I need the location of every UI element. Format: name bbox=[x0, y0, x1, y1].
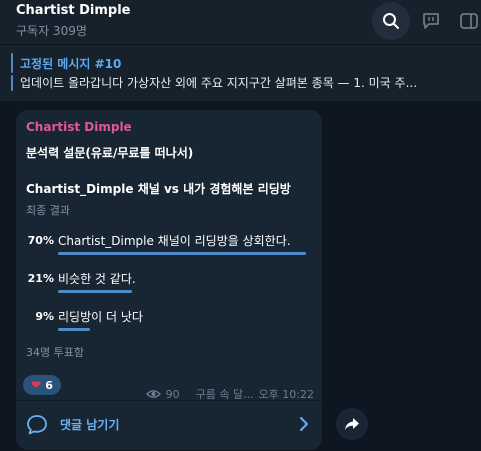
chat-header: Chartist Dimple 구독자 309명 bbox=[0, 0, 481, 44]
subscriber-count: 구독자 309명 bbox=[16, 24, 87, 38]
poll-option-bar bbox=[58, 328, 90, 331]
share-button[interactable] bbox=[336, 408, 368, 440]
pinned-indicator bbox=[11, 53, 13, 73]
pinned-message-bar[interactable]: 고정된 메시지 #10 업데이트 올라갑니다 가상자산 외에 주요 지지구간 살… bbox=[0, 44, 481, 101]
channel-title[interactable]: Chartist Dimple bbox=[16, 3, 131, 18]
reaction-count: 6 bbox=[45, 378, 53, 392]
pinned-indicator-secondary bbox=[11, 75, 13, 91]
vote-count[interactable]: 34명 투표함 bbox=[26, 344, 84, 360]
poll-option-text: 비슷한 것 같다. bbox=[58, 272, 136, 286]
poll-option-percent: 9% bbox=[35, 310, 54, 323]
poll-option-percent: 70% bbox=[27, 234, 54, 247]
comment-icon bbox=[27, 415, 47, 435]
message-author[interactable]: Chartist Dimple bbox=[26, 120, 132, 134]
eye-icon bbox=[145, 390, 161, 398]
side-panel-button[interactable] bbox=[450, 2, 481, 40]
discussion-button[interactable] bbox=[412, 2, 450, 40]
discussion-icon bbox=[423, 13, 439, 29]
poll-option-text: Chartist_Dimple 채널이 리딩방을 상회한다. bbox=[58, 234, 291, 248]
message-text: 분석력 설문(유료/무료를 떠나서) bbox=[26, 146, 194, 160]
heart-icon: ❤ bbox=[31, 378, 42, 392]
poll-option-bar bbox=[58, 252, 306, 255]
pinned-title: 고정된 메시지 #10 bbox=[20, 57, 122, 71]
search-button[interactable] bbox=[372, 2, 410, 40]
comments-button[interactable]: 댓글 남기기 bbox=[16, 400, 322, 451]
poll-status: 최종 결과 bbox=[26, 204, 70, 217]
view-count: 90 bbox=[165, 387, 180, 401]
search-icon bbox=[383, 13, 399, 29]
poll-title: Chartist_Dimple 채널 vs 내가 경험해본 리딩방 bbox=[26, 182, 291, 196]
reaction-chip[interactable]: ❤ 6 bbox=[23, 375, 61, 395]
side-panel-icon bbox=[460, 13, 478, 29]
pinned-text: 업데이트 올라갑니다 가상자산 외에 주요 지지구간 살펴본 종목 — 1. 미… bbox=[20, 76, 418, 90]
share-icon bbox=[345, 418, 359, 430]
poll-option-percent: 21% bbox=[27, 272, 54, 285]
comments-label: 댓글 남기기 bbox=[60, 418, 120, 432]
poll-option-text: 리딩방이 더 낫다 bbox=[58, 310, 143, 324]
chevron-right-icon bbox=[300, 417, 308, 431]
message-bubble: Chartist Dimple 분석력 설문(유료/무료를 떠나서) Chart… bbox=[16, 110, 322, 450]
poll-option-bar bbox=[58, 290, 133, 293]
